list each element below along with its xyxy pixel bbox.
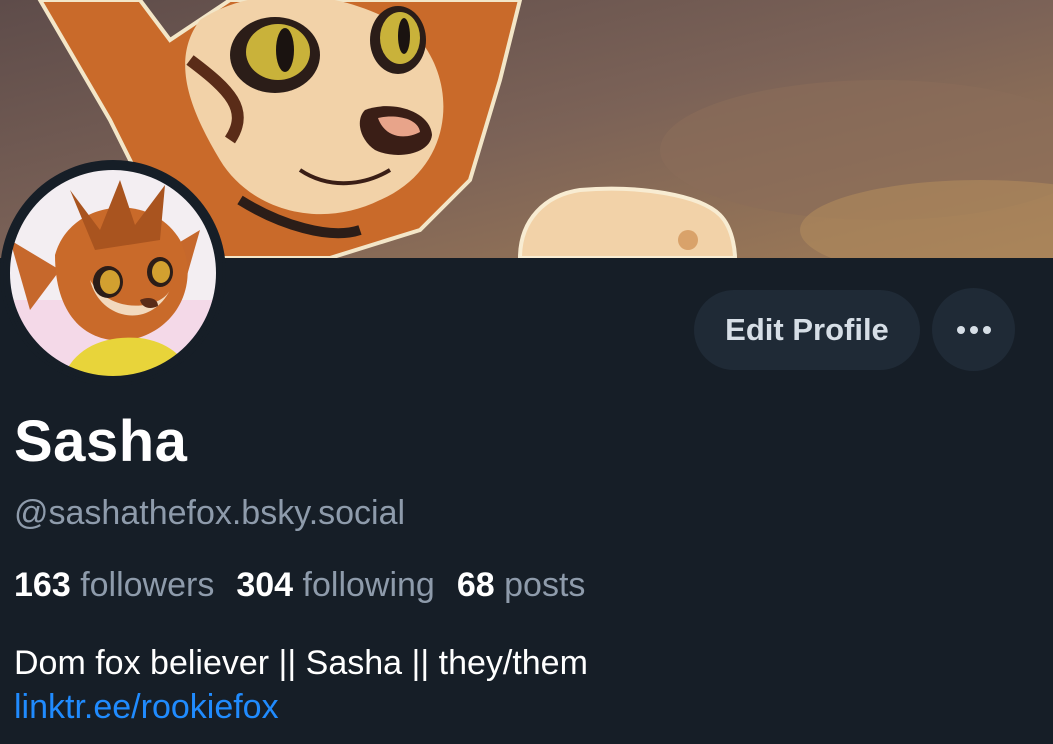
followers-stat[interactable]: 163 followers bbox=[14, 566, 214, 605]
profile-display-name: Sasha bbox=[14, 409, 188, 474]
more-horizontal-icon bbox=[956, 325, 991, 334]
more-options-button[interactable] bbox=[932, 288, 1015, 371]
profile-bio: Dom fox believer || Sasha || they/them bbox=[14, 644, 588, 682]
profile-stats: 163 followers 304 following 68 posts bbox=[14, 566, 585, 605]
following-label: following bbox=[302, 566, 435, 604]
edit-profile-button[interactable]: Edit Profile bbox=[694, 289, 920, 370]
followers-count: 163 bbox=[14, 566, 71, 604]
posts-stat: 68 posts bbox=[457, 566, 586, 605]
followers-label: followers bbox=[80, 566, 215, 604]
profile-handle: @sashathefox.bsky.social bbox=[14, 494, 406, 532]
following-count: 304 bbox=[236, 566, 294, 604]
profile-page: Edit Profile Sasha @sashathefox.bsky.soc… bbox=[0, 0, 1053, 744]
profile-bio-link[interactable]: linktr.ee/rookiefox bbox=[14, 688, 279, 727]
posts-count: 68 bbox=[456, 566, 495, 604]
posts-label: posts bbox=[504, 566, 586, 604]
following-stat[interactable]: 304 following bbox=[236, 566, 435, 605]
profile-actions: Edit Profile bbox=[694, 288, 1015, 371]
profile-avatar[interactable] bbox=[0, 160, 226, 386]
